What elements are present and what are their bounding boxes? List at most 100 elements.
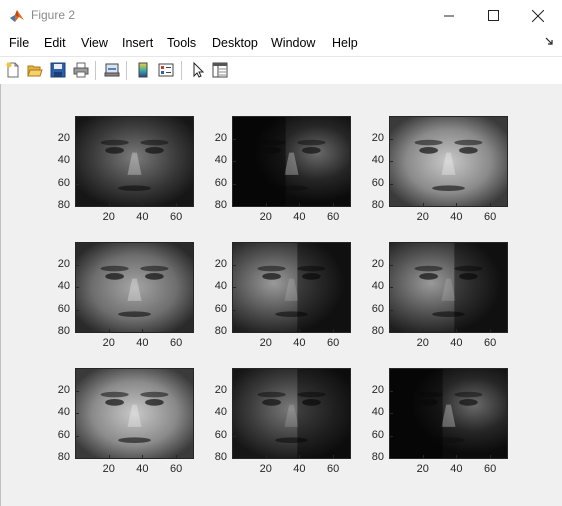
- y-tick-mark: [233, 310, 236, 311]
- y-tick-mark: [76, 310, 79, 311]
- toolbar: [0, 56, 562, 85]
- face-image: [389, 116, 508, 207]
- x-tick-mark: [176, 203, 177, 206]
- print-button[interactable]: [71, 60, 91, 80]
- insert-colorbar-button[interactable]: [133, 60, 153, 80]
- insert-legend-button[interactable]: [156, 60, 176, 80]
- y-tick-mark: [233, 184, 236, 185]
- x-tick-label: 60: [484, 337, 497, 349]
- x-tick-mark: [423, 203, 424, 206]
- y-tick-mark: [233, 413, 236, 414]
- insert-colorbar-icon: [138, 62, 148, 78]
- y-tick-label: 80: [214, 451, 227, 463]
- y-tick-mark: [76, 139, 79, 140]
- y-tick-mark: [233, 287, 236, 288]
- menu-insert[interactable]: Insert: [122, 36, 153, 50]
- x-tick-mark: [142, 329, 143, 332]
- x-tick-label: 20: [416, 211, 429, 223]
- y-tick-mark: [233, 139, 236, 140]
- x-tick-label: 40: [450, 337, 463, 349]
- new-figure-icon: [6, 62, 19, 78]
- link-plot-button[interactable]: [102, 60, 122, 80]
- x-tick-label: 60: [327, 463, 340, 475]
- face-image: [75, 242, 194, 333]
- x-tick-mark: [299, 203, 300, 206]
- y-tick-label: 20: [57, 257, 70, 270]
- property-inspector-button[interactable]: [210, 60, 230, 80]
- x-tick-mark: [176, 329, 177, 332]
- y-tick-mark: [390, 391, 393, 392]
- y-tick-mark: [390, 332, 393, 333]
- pointer-button[interactable]: [188, 60, 208, 80]
- maximize-button[interactable]: [470, 0, 516, 31]
- menu-help[interactable]: Help: [332, 36, 358, 50]
- x-tick-mark: [333, 455, 334, 458]
- menu-view[interactable]: View: [81, 36, 108, 50]
- y-tick-label: 60: [371, 428, 384, 441]
- y-tick-mark: [390, 265, 393, 266]
- y-tick-mark: [233, 206, 236, 207]
- y-tick-label: 40: [57, 154, 70, 166]
- close-button[interactable]: [515, 0, 561, 31]
- menu-desktop[interactable]: Desktop: [212, 36, 258, 50]
- y-tick-label: 20: [214, 131, 227, 144]
- y-tick-label: 80: [57, 451, 70, 463]
- x-tick-mark: [142, 455, 143, 458]
- new-figure-button[interactable]: [3, 60, 23, 80]
- save-icon: [50, 62, 66, 78]
- menu-file[interactable]: File: [9, 36, 29, 50]
- window-title: Figure 2: [31, 8, 76, 22]
- y-tick-mark: [390, 458, 393, 459]
- x-tick-mark: [456, 329, 457, 332]
- x-tick-label: 20: [102, 463, 115, 475]
- x-tick-label: 40: [293, 337, 306, 349]
- y-tick-label: 60: [214, 176, 227, 189]
- y-tick-mark: [233, 332, 236, 333]
- x-tick-mark: [109, 329, 110, 332]
- menu-window[interactable]: Window: [271, 36, 315, 50]
- y-tick-label: 60: [57, 176, 70, 189]
- face-image: [232, 116, 351, 207]
- link-plot-icon: [104, 63, 120, 77]
- figure-canvas[interactable]: 20 40 60 80 20 40 60 20 40 60 80 20 40 60 20 40 60 80 20 40…: [0, 84, 562, 506]
- y-tick-label: 80: [57, 325, 70, 337]
- y-tick-label: 60: [371, 302, 384, 315]
- y-tick-label: 80: [371, 199, 384, 211]
- y-tick-mark: [76, 161, 79, 162]
- x-tick-mark: [423, 455, 424, 458]
- y-tick-label: 20: [57, 383, 70, 396]
- x-tick-mark: [490, 455, 491, 458]
- y-tick-label: 80: [57, 199, 70, 211]
- y-tick-mark: [76, 265, 79, 266]
- y-tick-label: 20: [371, 257, 384, 270]
- y-tick-mark: [76, 287, 79, 288]
- toolbar-separator: [126, 61, 127, 80]
- save-button[interactable]: [48, 60, 68, 80]
- x-tick-label: 20: [102, 337, 115, 349]
- y-tick-mark: [390, 139, 393, 140]
- property-inspector-icon: [212, 62, 228, 78]
- open-file-icon: [27, 65, 43, 77]
- y-tick-label: 80: [214, 325, 227, 337]
- face-image: [389, 368, 508, 459]
- x-tick-label: 40: [293, 463, 306, 475]
- y-tick-label: 20: [214, 383, 227, 396]
- minimize-button[interactable]: [426, 0, 472, 31]
- x-tick-mark: [266, 203, 267, 206]
- y-tick-label: 40: [57, 406, 70, 418]
- x-tick-label: 20: [416, 337, 429, 349]
- y-tick-mark: [233, 161, 236, 162]
- menu-tools[interactable]: Tools: [167, 36, 196, 50]
- face-image: [75, 368, 194, 459]
- y-tick-label: 80: [371, 451, 384, 463]
- y-tick-label: 20: [57, 131, 70, 144]
- y-tick-label: 60: [57, 428, 70, 441]
- y-tick-label: 60: [214, 428, 227, 441]
- y-tick-label: 80: [371, 325, 384, 337]
- menu-edit[interactable]: Edit: [44, 36, 66, 50]
- open-file-button[interactable]: [25, 60, 45, 80]
- y-tick-mark: [390, 310, 393, 311]
- x-tick-mark: [423, 329, 424, 332]
- dock-arrow-icon[interactable]: [545, 37, 554, 46]
- x-tick-mark: [109, 203, 110, 206]
